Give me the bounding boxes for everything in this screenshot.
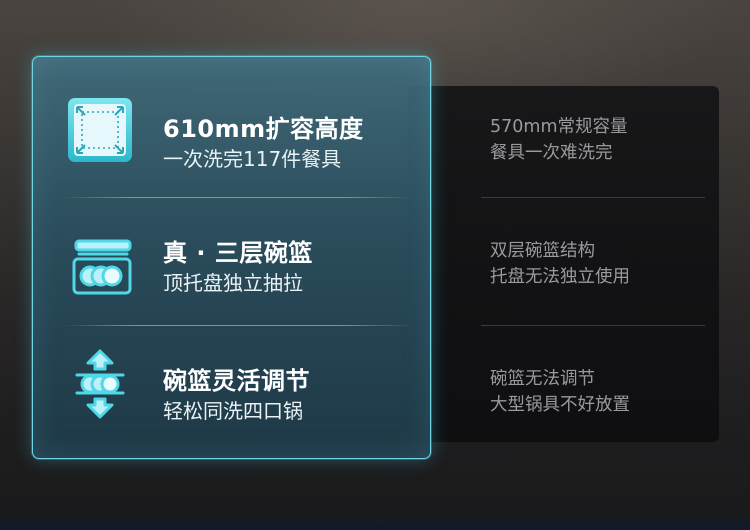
comparison-line: 大型锅具不好放置 — [490, 395, 630, 415]
feature-subtitle: 轻松同洗四口锅 — [163, 399, 303, 423]
comparison-item-capacity: 570mm常规容量 餐具一次难洗完 — [490, 114, 710, 166]
feature-card: 610mm扩容高度 一次洗完117件餐具 真 · 三层碗篮 顶托盘独立抽拉 碗篮… — [32, 56, 431, 459]
expand-box-icon — [68, 98, 132, 162]
comparison-line: 570mm常规容量 — [490, 117, 628, 137]
comparison-item-rack: 双层碗篮结构 托盘无法独立使用 — [490, 238, 710, 290]
adjustable-rack-icon — [75, 349, 125, 419]
feature-subtitle: 顶托盘独立抽拉 — [163, 271, 303, 295]
comparison-line: 双层碗篮结构 — [490, 241, 595, 261]
comparison-line: 餐具一次难洗完 — [490, 143, 613, 163]
comparison-line: 碗篮无法调节 — [490, 369, 595, 389]
floor-strip — [0, 516, 750, 530]
divider — [63, 325, 413, 326]
comparison-line: 托盘无法独立使用 — [490, 267, 630, 287]
comparison-item-adjust: 碗篮无法调节 大型锅具不好放置 — [490, 366, 710, 418]
comparison-card: 570mm常规容量 餐具一次难洗完 双层碗篮结构 托盘无法独立使用 碗篮无法调节… — [408, 86, 719, 442]
divider — [481, 197, 705, 198]
feature-title: 真 · 三层碗篮 — [163, 239, 313, 267]
three-layer-rack-icon — [72, 239, 132, 295]
feature-title: 碗篮灵活调节 — [163, 367, 310, 395]
feature-subtitle: 一次洗完117件餐具 — [163, 147, 342, 171]
divider — [63, 197, 413, 198]
divider — [481, 325, 705, 326]
feature-title: 610mm扩容高度 — [163, 115, 364, 143]
